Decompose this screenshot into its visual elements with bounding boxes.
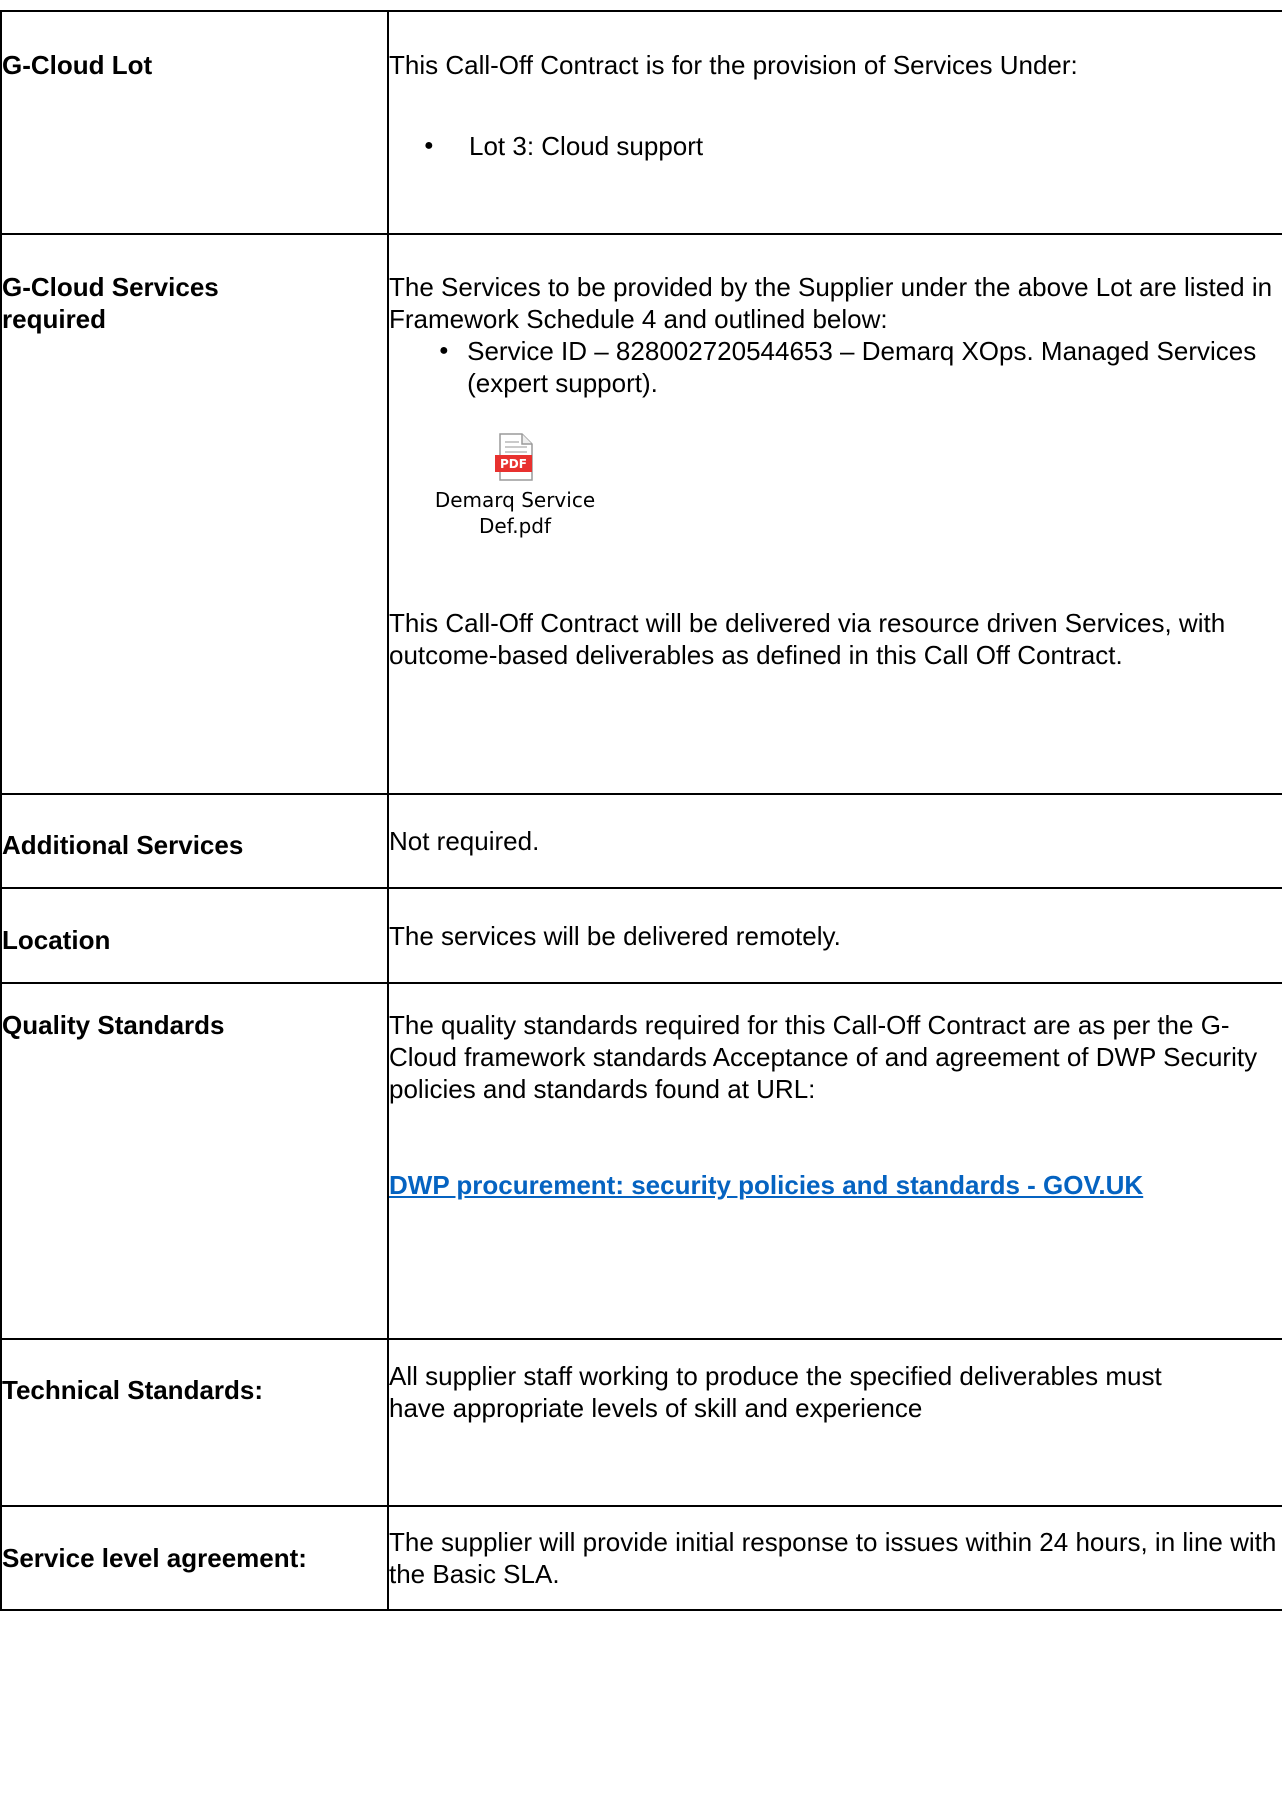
row-value-cell: This Call-Off Contract is for the provis… (387, 10, 1282, 235)
contract-details-table: G-Cloud Lot This Call-Off Contract is fo… (0, 10, 1282, 1611)
additional-services-text: Not required. (389, 826, 540, 856)
row-label: Location (2, 924, 111, 955)
table-row: Service level agreement: The supplier wi… (0, 1505, 1282, 1611)
row-label-cell: Service level agreement: (0, 1505, 389, 1611)
table-row: Location The services will be delivered … (0, 887, 1282, 984)
services-intro-text: The Services to be provided by the Suppl… (389, 272, 1273, 334)
table-row: Additional Services Not required. (0, 793, 1282, 889)
pdf-attachment[interactable]: PDF Demarq Service Def.pdf (400, 433, 630, 539)
row-label: Additional Services (2, 830, 244, 860)
table-row: Technical Standards: All supplier staff … (0, 1338, 1282, 1507)
row-label-cell: G-Cloud Services required (0, 233, 389, 795)
table-row: G-Cloud Services required The Services t… (0, 233, 1282, 795)
bullet-icon: ● (439, 342, 449, 359)
location-text: The services will be delivered remotely. (389, 920, 841, 951)
pdf-icon-label: PDF (500, 457, 527, 471)
service-bullet-text: Service ID – 828002720544653 – Demarq XO… (467, 336, 1257, 398)
lot-intro-text: This Call-Off Contract is for the provis… (389, 50, 1078, 80)
services-outro-text: This Call-Off Contract will be delivered… (389, 608, 1226, 670)
row-label: Technical Standards: (2, 1375, 264, 1405)
lot-bullet-text: Lot 3: Cloud support (469, 131, 704, 161)
row-label-cell: Additional Services (0, 793, 389, 889)
technical-standards-text: All supplier staff working to produce th… (389, 1361, 1162, 1423)
bullet-icon: ● (424, 137, 434, 154)
row-label: G-Cloud Services required (2, 272, 219, 334)
row-value-cell: All supplier staff working to produce th… (387, 1338, 1282, 1507)
row-value-cell: The supplier will provide initial respon… (387, 1505, 1282, 1611)
row-label: G-Cloud Lot (2, 50, 153, 80)
dwp-security-policies-link[interactable]: DWP procurement: security policies and s… (389, 1170, 1143, 1200)
row-label-cell: Location (0, 887, 389, 984)
row-label-cell: Quality Standards (0, 982, 389, 1340)
row-value-cell: The Services to be provided by the Suppl… (387, 233, 1282, 795)
row-label: Service level agreement: (2, 1543, 307, 1573)
lot-bullet: ● Lot 3: Cloud support (389, 130, 1282, 162)
pdf-file-icon: PDF (495, 433, 533, 481)
row-value-cell: Not required. (387, 793, 1282, 889)
table-row: Quality Standards The quality standards … (0, 982, 1282, 1340)
sla-text: The supplier will provide initial respon… (389, 1527, 1277, 1589)
row-label-cell: Technical Standards: (0, 1338, 389, 1507)
table-row: G-Cloud Lot This Call-Off Contract is fo… (0, 10, 1282, 235)
row-label: Quality Standards (2, 1010, 225, 1040)
row-value-cell: The services will be delivered remotely. (387, 887, 1282, 984)
pdf-filename[interactable]: Demarq Service Def.pdf (400, 487, 630, 539)
row-label-cell: G-Cloud Lot (0, 10, 389, 235)
row-value-cell: The quality standards required for this … (387, 982, 1282, 1340)
quality-standards-text: The quality standards required for this … (389, 1010, 1258, 1104)
service-bullet: ● Service ID – 828002720544653 – Demarq … (389, 335, 1282, 399)
